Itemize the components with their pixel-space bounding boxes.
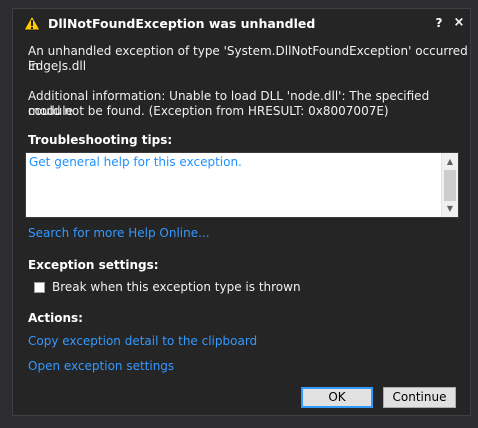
break-on-exception-checkbox[interactable] [34, 282, 45, 293]
general-help-link[interactable]: Get general help for this exception. [29, 155, 242, 169]
close-button[interactable]: × [451, 15, 467, 31]
tips-scrollbar[interactable]: ▲ ▼ [441, 153, 458, 217]
exception-message-line1: An unhandled exception of type 'System.D… [28, 44, 468, 73]
help-button[interactable]: ? [431, 15, 447, 31]
exception-settings-heading: Exception settings: [28, 258, 159, 272]
break-on-exception-label[interactable]: Break when this exception type is thrown [52, 280, 301, 295]
warning-icon [23, 14, 41, 31]
search-help-online-link[interactable]: Search for more Help Online... [28, 226, 210, 240]
scrollbar-thumb[interactable] [444, 170, 456, 201]
scroll-up-arrow-icon[interactable]: ▲ [442, 153, 458, 170]
troubleshooting-heading: Troubleshooting tips: [28, 133, 173, 147]
open-exception-settings-link[interactable]: Open exception settings [28, 359, 174, 373]
exception-dialog: DllNotFoundException was unhandled ? × A… [12, 8, 471, 416]
exception-message-line2: EdgeJs.dll [28, 59, 87, 73]
ok-button[interactable]: OK [301, 387, 373, 408]
dialog-title: DllNotFoundException was unhandled [48, 16, 316, 31]
title-bar: DllNotFoundException was unhandled ? × [13, 9, 470, 37]
troubleshooting-tips-list: Get general help for this exception. ▲ ▼ [25, 152, 459, 218]
additional-info-line2: could not be found. (Exception from HRES… [28, 104, 389, 118]
copy-exception-detail-link[interactable]: Copy exception detail to the clipboard [28, 334, 257, 348]
continue-button[interactable]: Continue [383, 387, 456, 408]
actions-heading: Actions: [28, 311, 83, 325]
scroll-down-arrow-icon[interactable]: ▼ [442, 200, 458, 217]
